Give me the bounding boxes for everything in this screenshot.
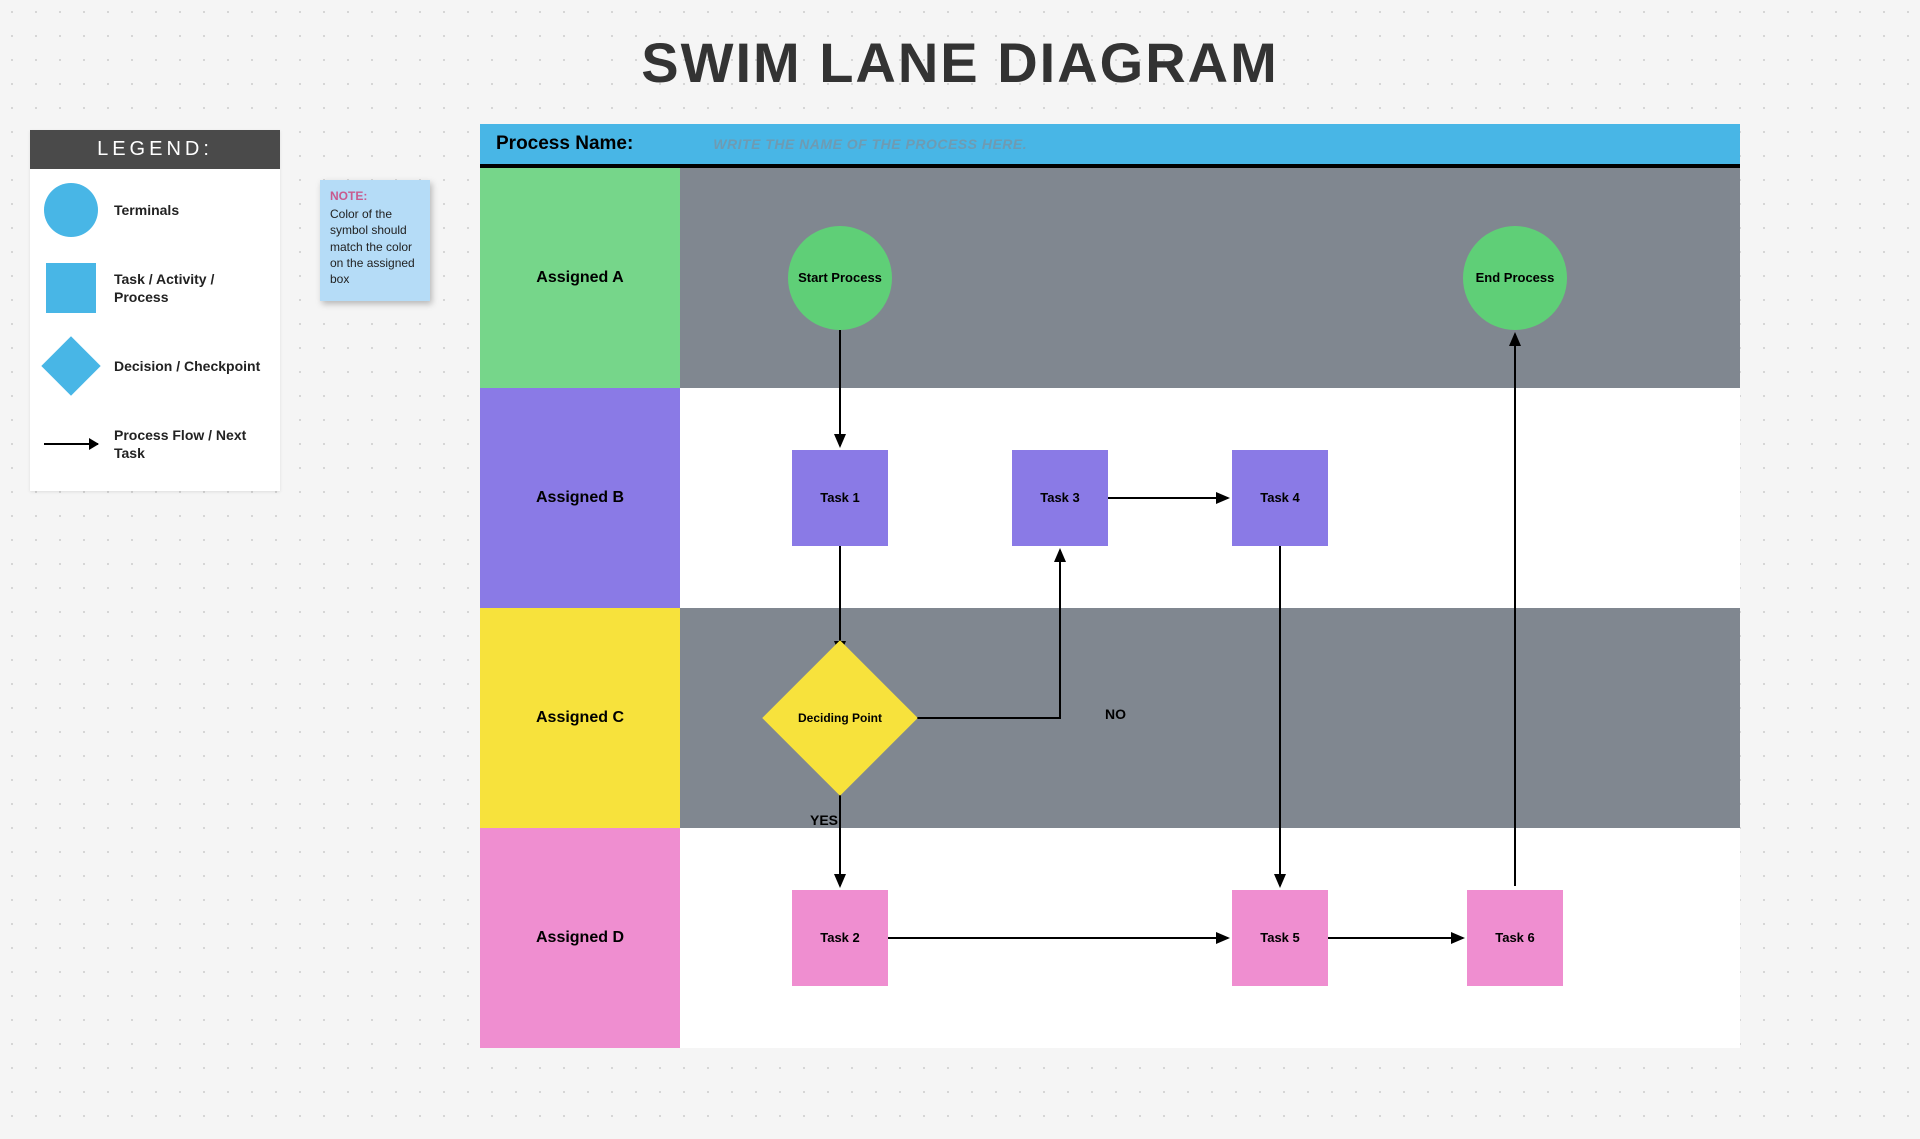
- lane-label-d: Assigned D: [480, 828, 680, 1048]
- decision-point[interactable]: Deciding Point: [775, 653, 905, 783]
- circle-icon: [42, 181, 100, 239]
- swimlane-diagram: Process Name: WRITE THE NAME OF THE PROC…: [480, 124, 1740, 1048]
- square-icon: [42, 259, 100, 317]
- note-body: Color of the symbol should match the col…: [330, 206, 420, 287]
- flow-label-yes: YES: [810, 812, 838, 828]
- legend-item-task: Task / Activity / Process: [42, 259, 268, 317]
- task-6[interactable]: Task 6: [1467, 890, 1563, 986]
- legend-label: Task / Activity / Process: [114, 270, 268, 306]
- process-header: Process Name: WRITE THE NAME OF THE PROC…: [480, 124, 1740, 168]
- legend-label: Terminals: [114, 201, 179, 219]
- terminal-end[interactable]: End Process: [1463, 226, 1567, 330]
- legend-label: Process Flow / Next Task: [114, 426, 268, 462]
- task-2[interactable]: Task 2: [792, 890, 888, 986]
- lane-b: Assigned B: [480, 388, 1740, 608]
- arrow-icon: [42, 415, 100, 473]
- task-5[interactable]: Task 5: [1232, 890, 1328, 986]
- task-4[interactable]: Task 4: [1232, 450, 1328, 546]
- page-title: SWIM LANE DIAGRAM: [641, 30, 1279, 95]
- process-name-label: Process Name:: [496, 133, 633, 155]
- lane-label-c: Assigned C: [480, 608, 680, 828]
- diamond-icon: [42, 337, 100, 395]
- lane-label-a: Assigned A: [480, 168, 680, 388]
- legend-item-terminals: Terminals: [42, 181, 268, 239]
- note-card: NOTE: Color of the symbol should match t…: [320, 180, 430, 301]
- legend-body: Terminals Task / Activity / Process Deci…: [30, 169, 280, 491]
- task-1[interactable]: Task 1: [792, 450, 888, 546]
- lane-label-b: Assigned B: [480, 388, 680, 608]
- task-3[interactable]: Task 3: [1012, 450, 1108, 546]
- flow-label-no: NO: [1105, 706, 1126, 722]
- legend-item-flow: Process Flow / Next Task: [42, 415, 268, 473]
- legend-header: LEGEND:: [30, 130, 280, 169]
- legend-label: Decision / Checkpoint: [114, 357, 260, 375]
- terminal-start[interactable]: Start Process: [788, 226, 892, 330]
- legend-panel: LEGEND: Terminals Task / Activity / Proc…: [30, 130, 280, 491]
- decision-label: Deciding Point: [798, 711, 882, 726]
- legend-item-decision: Decision / Checkpoint: [42, 337, 268, 395]
- note-title: NOTE:: [330, 188, 420, 204]
- process-name-input[interactable]: WRITE THE NAME OF THE PROCESS HERE.: [713, 136, 1027, 152]
